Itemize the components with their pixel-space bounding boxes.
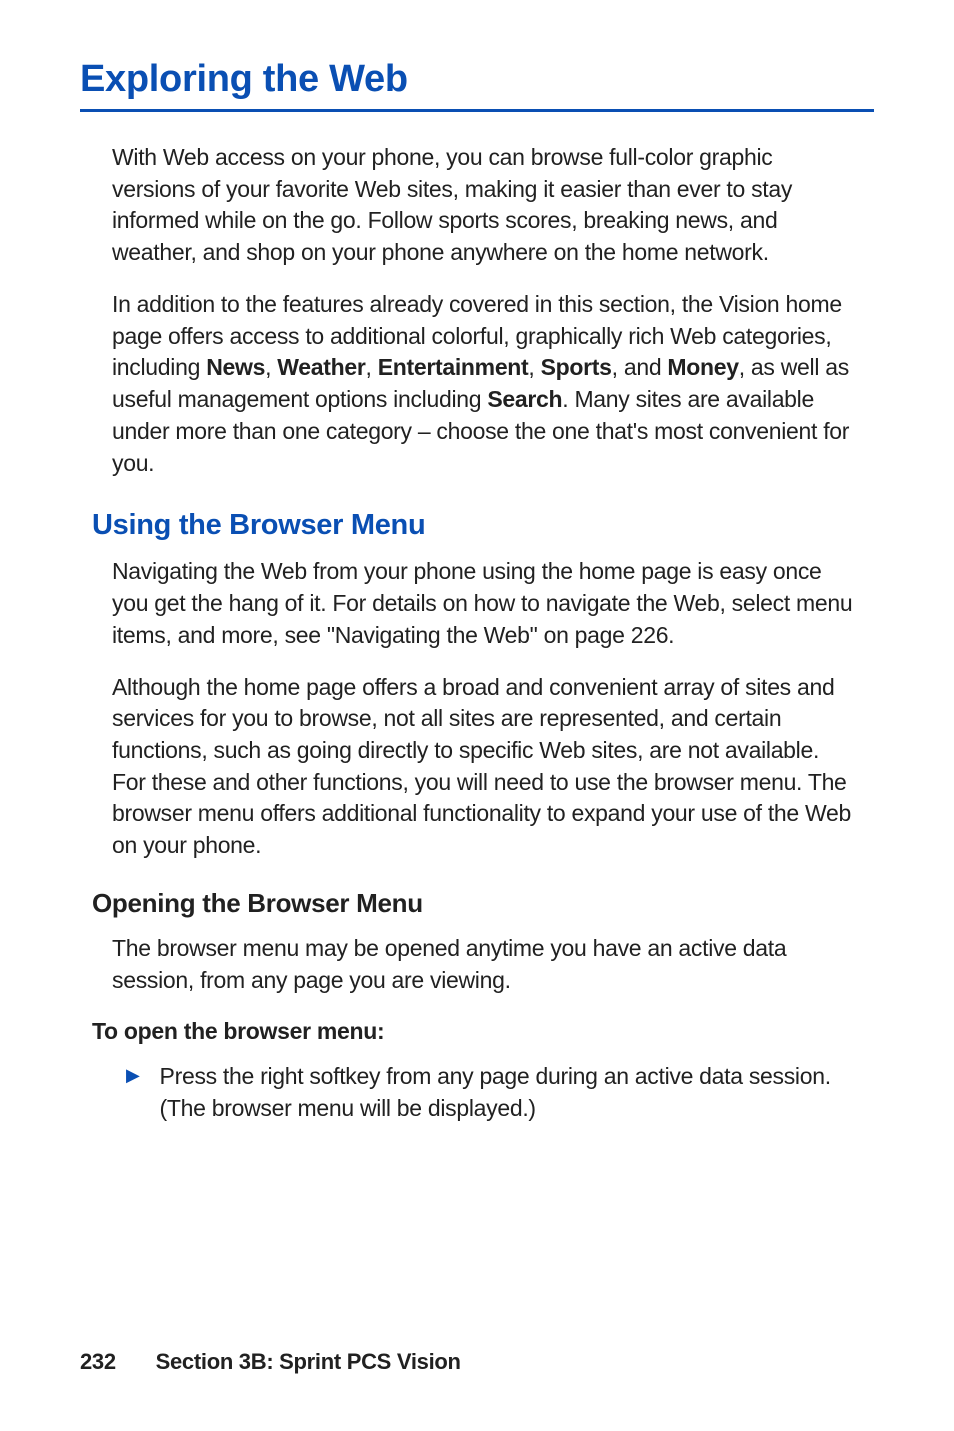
text-segment: , and xyxy=(612,354,668,380)
browser-menu-paragraph-2: Although the home page offers a broad an… xyxy=(112,672,854,862)
triangle-bullet-icon: ▶ xyxy=(126,1061,140,1124)
bold-entertainment: Entertainment xyxy=(378,354,529,380)
section-heading-using-browser-menu: Using the Browser Menu xyxy=(92,509,874,542)
bold-news: News xyxy=(206,354,265,380)
bold-weather: Weather xyxy=(277,354,365,380)
text-segment: , xyxy=(265,354,277,380)
instruction-text: Press the right softkey from any page du… xyxy=(160,1061,854,1124)
bold-money: Money xyxy=(667,354,738,380)
page-footer: 232 Section 3B: Sprint PCS Vision xyxy=(80,1349,461,1375)
instruction-bullet: ▶ Press the right softkey from any page … xyxy=(126,1061,854,1124)
instruction-heading: To open the browser menu: xyxy=(92,1018,874,1045)
page-number: 232 xyxy=(80,1349,116,1375)
bold-search: Search xyxy=(487,386,562,412)
text-segment: , xyxy=(528,354,540,380)
intro-paragraph-1: With Web access on your phone, you can b… xyxy=(112,142,854,269)
text-segment: , xyxy=(366,354,378,380)
subsection-heading-opening-browser-menu: Opening the Browser Menu xyxy=(92,888,874,919)
section-label: Section 3B: Sprint PCS Vision xyxy=(156,1349,461,1374)
page-title: Exploring the Web xyxy=(80,58,874,112)
bold-sports: Sports xyxy=(541,354,612,380)
browser-menu-paragraph-1: Navigating the Web from your phone using… xyxy=(112,556,854,651)
opening-browser-paragraph: The browser menu may be opened anytime y… xyxy=(112,933,854,996)
intro-paragraph-2: In addition to the features already cove… xyxy=(112,289,854,479)
